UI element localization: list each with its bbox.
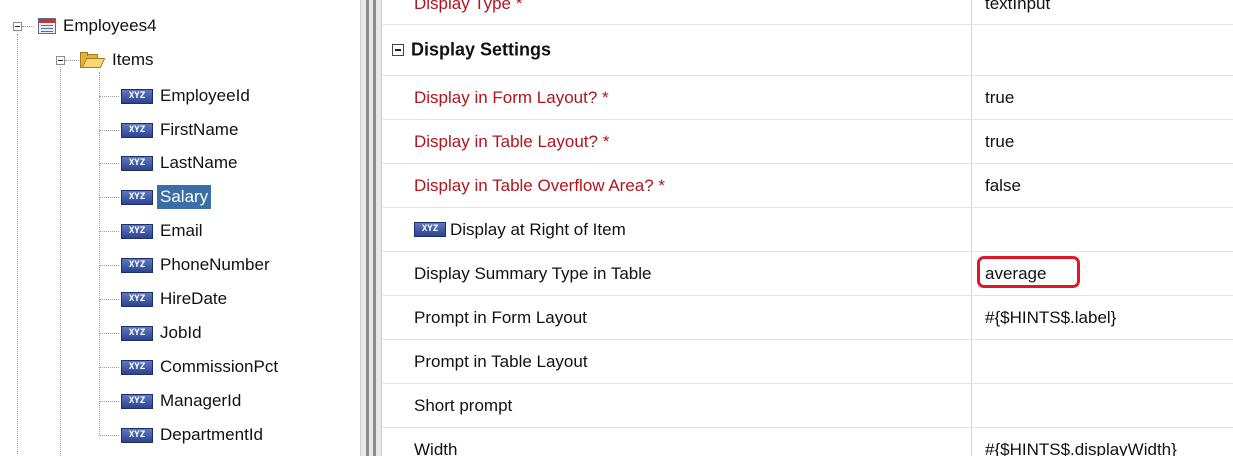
property-row-display-in-table-layout[interactable]: Display in Table Layout? * true <box>382 120 1233 164</box>
tree-item-label: JobId <box>160 323 202 342</box>
property-row-display-summary-type-in-table[interactable]: Display Summary Type in Table average <box>382 252 1233 296</box>
section-title: Display Settings <box>411 39 552 60</box>
collapse-section-icon[interactable] <box>392 44 404 56</box>
property-row-display-type[interactable]: Display Type * textInput <box>382 0 1233 25</box>
tree-item-departmentid[interactable]: XYZ DepartmentId <box>121 423 266 447</box>
tree-item-hiredate[interactable]: XYZ HireDate <box>121 287 230 311</box>
property-name: Display in Table Overflow Area? * <box>414 175 666 195</box>
attribute-icon: XYZ <box>121 88 153 104</box>
tree-node-label: Items <box>112 50 154 69</box>
property-name: Prompt in Table Layout <box>414 351 588 371</box>
tree-item-label: HireDate <box>160 289 228 308</box>
property-row-width[interactable]: Width #{$HINTS$.displayWidth} <box>382 428 1233 456</box>
tree-item-jobid[interactable]: XYZ JobId <box>121 321 205 345</box>
collapse-employees4-toggle[interactable] <box>13 22 22 31</box>
tree-item-label: PhoneNumber <box>160 255 270 274</box>
tree-item-managerid[interactable]: XYZ ManagerId <box>121 389 244 413</box>
attribute-icon: XYZ <box>121 257 153 273</box>
collapse-items-toggle[interactable] <box>56 56 65 65</box>
property-name: Display at Right of Item <box>450 219 626 239</box>
property-row-display-in-table-overflow-area[interactable]: Display in Table Overflow Area? * false <box>382 164 1233 208</box>
property-value[interactable]: average <box>985 264 1046 284</box>
property-row-short-prompt[interactable]: Short prompt <box>382 384 1233 428</box>
property-name: Width <box>414 440 458 456</box>
splitter-grip <box>366 0 369 456</box>
tree-item-employeeid[interactable]: XYZ EmployeeId <box>121 84 253 108</box>
tree-item-salary[interactable]: XYZ Salary <box>121 185 212 209</box>
property-name-group: XYZ Display at Right of Item <box>414 220 626 240</box>
tree-item-firstname[interactable]: XYZ FirstName <box>121 118 241 142</box>
panel-splitter[interactable] <box>360 0 382 456</box>
xyz-attribute-icon[interactable]: XYZ <box>414 222 446 237</box>
property-grid: Display Type * textInput Display Setting… <box>382 0 1233 456</box>
property-row-prompt-in-table-layout[interactable]: Prompt in Table Layout <box>382 340 1233 384</box>
view-object-icon <box>38 18 56 34</box>
open-folder-icon <box>80 51 106 69</box>
tree-node-label: Employees4 <box>63 16 157 35</box>
attribute-icon: XYZ <box>121 223 153 239</box>
tree-item-label: CommissionPct <box>160 357 279 376</box>
tree-item-label: EmployeeId <box>160 86 250 105</box>
tree-item-commissionpct[interactable]: XYZ CommissionPct <box>121 355 281 379</box>
tree-node-items[interactable]: Items <box>80 48 157 72</box>
attribute-icon: XYZ <box>121 189 153 205</box>
property-value[interactable]: #{$HINTS$.displayWidth} <box>985 440 1177 456</box>
attribute-icon: XYZ <box>121 122 153 138</box>
property-row-prompt-in-form-layout[interactable]: Prompt in Form Layout #{$HINTS$.label} <box>382 296 1233 340</box>
property-name: Display Type * <box>414 0 523 13</box>
tree-item-label: DepartmentId <box>160 425 263 444</box>
tree-item-phonenumber[interactable]: XYZ PhoneNumber <box>121 253 273 277</box>
property-name: Prompt in Form Layout <box>414 307 587 327</box>
attribute-icon: XYZ <box>121 359 153 375</box>
property-value[interactable]: #{$HINTS$.label} <box>985 308 1116 328</box>
attribute-icon: XYZ <box>121 393 153 409</box>
property-row-display-at-right-of-item[interactable]: XYZ Display at Right of Item <box>382 208 1233 252</box>
tree-item-email[interactable]: XYZ Email <box>121 219 206 243</box>
tree-item-label: Salary <box>157 185 212 209</box>
attribute-icon: XYZ <box>121 325 153 341</box>
tree-item-label: Email <box>160 221 203 240</box>
tree-item-label: LastName <box>160 153 238 172</box>
property-name: Display in Form Layout? * <box>414 87 609 107</box>
property-row-display-in-form-layout[interactable]: Display in Form Layout? * true <box>382 76 1233 120</box>
tree-item-label: ManagerId <box>160 391 242 410</box>
tree-item-lastname[interactable]: XYZ LastName <box>121 151 240 175</box>
tree-item-label: FirstName <box>160 120 239 139</box>
property-value[interactable]: textInput <box>985 0 1050 14</box>
property-value[interactable]: true <box>985 88 1014 108</box>
property-value[interactable]: true <box>985 132 1014 152</box>
attribute-icon: XYZ <box>121 427 153 443</box>
property-name: Display in Table Layout? * <box>414 131 610 151</box>
tree-node-employees4[interactable]: Employees4 <box>38 14 160 38</box>
property-name: Short prompt <box>414 395 513 415</box>
splitter-grip <box>373 0 376 456</box>
section-display-settings[interactable]: Display Settings <box>382 25 1233 76</box>
structure-tree: Employees4 Items XYZ EmployeeId XYZ Firs… <box>0 0 360 456</box>
attribute-icon: XYZ <box>121 155 153 171</box>
property-value[interactable]: false <box>985 176 1021 196</box>
property-name: Display Summary Type in Table <box>414 263 652 283</box>
attribute-icon: XYZ <box>121 291 153 307</box>
